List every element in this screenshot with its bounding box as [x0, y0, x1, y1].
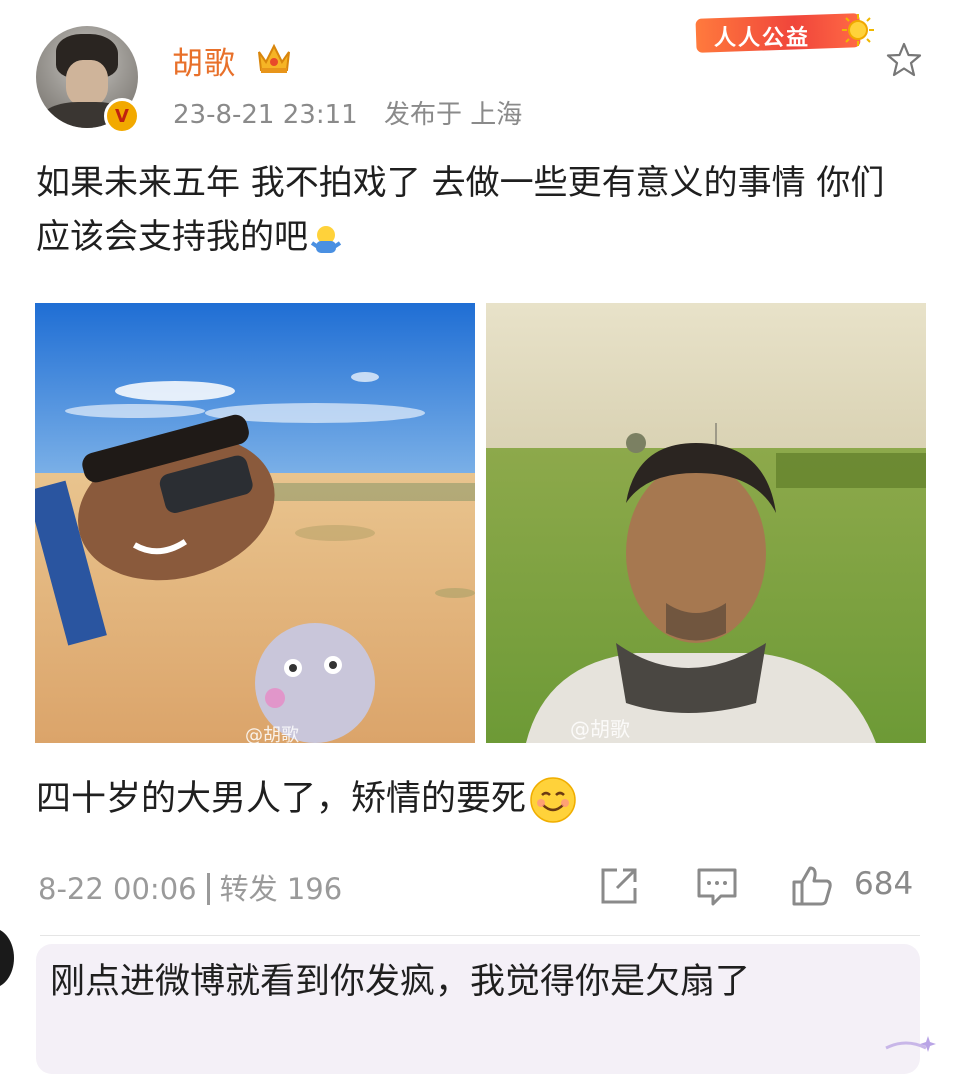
forward-count[interactable]: 转发 196 — [220, 872, 343, 906]
charity-badge[interactable]: 人人公益 — [690, 10, 876, 54]
reply-avatar[interactable] — [0, 928, 14, 988]
post-meta: 23-8-21 23:11 发布于 上海 — [173, 94, 540, 131]
post-image-field[interactable]: @胡歌 — [486, 303, 926, 743]
desert-photo — [35, 303, 475, 743]
repost-stats: 8-22 00:06 转发 196 — [38, 866, 342, 909]
like-count[interactable]: 684 — [854, 866, 913, 902]
thumbs-up-icon[interactable] — [790, 864, 834, 908]
star-icon[interactable] — [884, 40, 924, 80]
comment-icon[interactable] — [695, 864, 739, 908]
username[interactable]: 胡歌 — [172, 38, 236, 83]
crown-icon — [258, 43, 290, 73]
sparkle-icon — [885, 1036, 936, 1052]
verified-v-icon: V — [104, 98, 140, 134]
repost-comment-text: 四十岁的大男人了，矫情的要死 — [36, 779, 527, 819]
post-text: 如果未来五年 我不拍戏了 去做一些更有意义的事情 你们应该会支持我的吧 — [36, 156, 916, 264]
repost-date: 8-22 00:06 — [38, 872, 197, 906]
image-watermark: @胡歌 — [570, 717, 630, 741]
field-photo — [486, 303, 926, 743]
emoji-icon — [310, 225, 342, 253]
reply-text: 刚点进微博就看到你发疯，我觉得你是欠扇了 — [50, 962, 751, 1002]
post-date: 23-8-21 23:11 — [173, 100, 358, 130]
charity-badge-label: 人人公益 — [714, 26, 811, 51]
repost-comment: 四十岁的大男人了，矫情的要死 — [36, 770, 578, 825]
sun-icon — [842, 14, 874, 46]
post-location: 发布于 上海 — [383, 100, 523, 130]
divider — [40, 935, 920, 936]
post-text-content: 如果未来五年 我不拍戏了 去做一些更有意义的事情 你们应该会支持我的吧 — [36, 163, 885, 257]
share-icon[interactable] — [597, 864, 641, 908]
smile-emoji-icon — [530, 777, 576, 823]
post-image-desert[interactable]: @胡歌 — [35, 303, 475, 743]
divider — [206, 873, 210, 905]
image-watermark: @胡歌 — [245, 725, 299, 743]
